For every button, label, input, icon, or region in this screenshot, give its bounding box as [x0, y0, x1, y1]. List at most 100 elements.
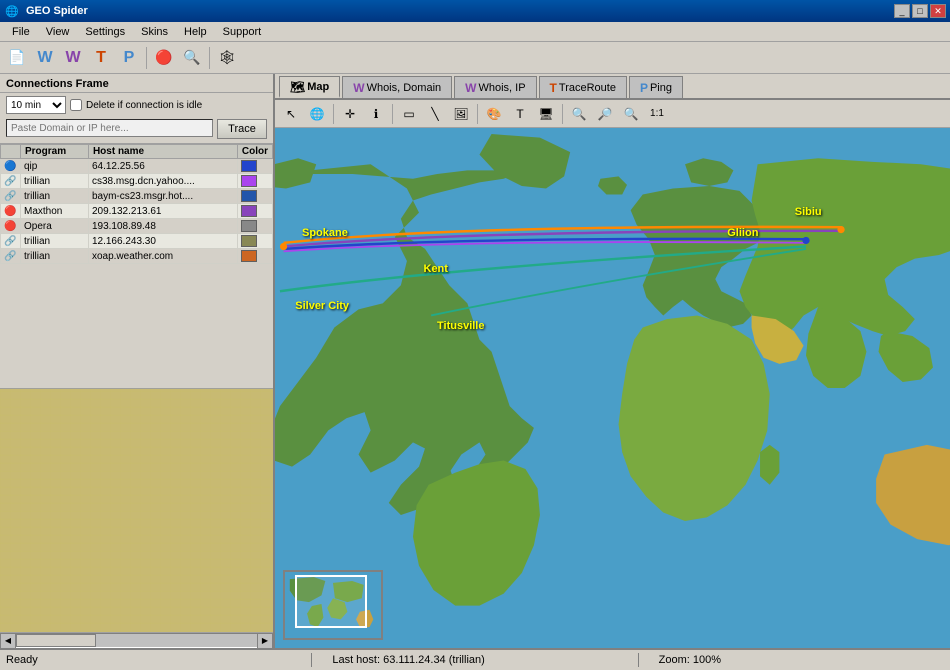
- toolbar-net-btn[interactable]: 🕸: [214, 45, 240, 71]
- scroll-thumb[interactable]: [16, 634, 96, 647]
- row-color: [237, 174, 272, 189]
- table-row[interactable]: 🔴 Maxthon 209.132.213.61: [1, 204, 273, 219]
- row-hostname: cs38.msg.dcn.yahoo....: [88, 174, 237, 189]
- col-program: [1, 145, 21, 159]
- main-layout: Connections Frame 10 min 5 min 30 min De…: [0, 74, 950, 648]
- map-sep3: [477, 104, 478, 124]
- map-btn-color[interactable]: 🎨: [482, 102, 506, 126]
- map-btn-text[interactable]: T: [508, 102, 532, 126]
- row-color: [237, 159, 272, 174]
- tab-ping-label: Ping: [650, 82, 672, 94]
- scroll-right-btn[interactable]: ▶: [257, 633, 273, 649]
- delete-idle-checkbox[interactable]: [70, 99, 82, 111]
- tab-ping[interactable]: P Ping: [629, 76, 683, 98]
- trace-row: Trace: [0, 117, 273, 144]
- h-scrollbar[interactable]: ◀ ▶: [0, 632, 273, 648]
- menu-skins[interactable]: Skins: [133, 25, 176, 39]
- connection-controls: 10 min 5 min 30 min Delete if connection…: [0, 93, 273, 117]
- row-color: [237, 189, 272, 204]
- menu-view[interactable]: View: [38, 25, 78, 39]
- delete-idle-label: Delete if connection is idle: [86, 100, 202, 111]
- right-panel: 🗺 Map W Whois, Domain W Whois, IP T Trac…: [275, 74, 950, 648]
- map-area[interactable]: Spokane Kent Silver City Titusville Glii…: [275, 128, 950, 648]
- row-hostname: 12.166.243.30: [88, 234, 237, 249]
- map-btn-zoomin[interactable]: 🔍: [567, 102, 591, 126]
- table-row[interactable]: 🔗 trillian cs38.msg.dcn.yahoo....: [1, 174, 273, 189]
- tab-traceroute[interactable]: T TraceRoute: [539, 76, 627, 98]
- tab-map[interactable]: 🗺 Map: [279, 76, 340, 98]
- toolbar-w1-btn[interactable]: W: [32, 45, 58, 71]
- row-program: trillian: [21, 189, 89, 204]
- row-icon: 🔗: [1, 174, 21, 189]
- table-row[interactable]: 🔴 Opera 193.108.89.48: [1, 219, 273, 234]
- row-program: qip: [21, 159, 89, 174]
- timeout-select[interactable]: 10 min 5 min 30 min: [6, 96, 66, 114]
- map-btn-line[interactable]: ╲: [423, 102, 447, 126]
- toolbar-w2-btn[interactable]: W: [60, 45, 86, 71]
- app-icon: 🌐: [4, 3, 20, 19]
- tab-whois-domain[interactable]: W Whois, Domain: [342, 76, 452, 98]
- toolbar-stop-btn[interactable]: 🔴: [151, 45, 177, 71]
- map-btn-zoomfit[interactable]: 🔎: [593, 102, 617, 126]
- col-color: Color: [237, 145, 272, 159]
- row-program: Opera: [21, 219, 89, 234]
- row-program: trillian: [21, 174, 89, 189]
- window-controls: _ □ ✕: [894, 4, 946, 18]
- minimize-button[interactable]: _: [894, 4, 910, 18]
- col-program-label: Program: [21, 145, 89, 159]
- toolbar-new-btn[interactable]: 📄: [4, 45, 30, 71]
- row-icon: 🔗: [1, 249, 21, 264]
- scroll-track[interactable]: [16, 633, 257, 648]
- map-btn-screen[interactable]: 🖥: [534, 102, 558, 126]
- tab-map-label: Map: [307, 81, 329, 93]
- row-icon: 🔴: [1, 204, 21, 219]
- domain-ip-input[interactable]: [6, 119, 213, 137]
- table-row[interactable]: 🔗 trillian xoap.weather.com: [1, 249, 273, 264]
- menu-help[interactable]: Help: [176, 25, 215, 39]
- scroll-left-btn[interactable]: ◀: [0, 633, 16, 649]
- map-tab-icon: 🗺: [290, 80, 305, 94]
- table-row[interactable]: 🔗 trillian 12.166.243.30: [1, 234, 273, 249]
- window-title: GEO Spider: [26, 5, 888, 17]
- toolbar-sep1: [146, 47, 147, 69]
- row-hostname: 193.108.89.48: [88, 219, 237, 234]
- close-button[interactable]: ✕: [930, 4, 946, 18]
- tab-whois-ip[interactable]: W Whois, IP: [454, 76, 536, 98]
- map-sep1: [333, 104, 334, 124]
- menu-settings[interactable]: Settings: [77, 25, 133, 39]
- map-btn-arrow[interactable]: ↖: [279, 102, 303, 126]
- map-btn-img[interactable]: 🖼: [449, 102, 473, 126]
- row-color: [237, 234, 272, 249]
- toolbar-search-btn[interactable]: 🔍: [179, 45, 205, 71]
- row-icon: 🔗: [1, 234, 21, 249]
- map-btn-info[interactable]: ℹ: [364, 102, 388, 126]
- maximize-button[interactable]: □: [912, 4, 928, 18]
- row-hostname: xoap.weather.com: [88, 249, 237, 264]
- map-btn-zoomout[interactable]: 🔍: [619, 102, 643, 126]
- trace-button[interactable]: Trace: [217, 119, 267, 139]
- table-row[interactable]: 🔵 qip 64.12.25.56: [1, 159, 273, 174]
- row-program: trillian: [21, 249, 89, 264]
- menu-bar: File View Settings Skins Help Support: [0, 22, 950, 42]
- row-icon: 🔴: [1, 219, 21, 234]
- menu-support[interactable]: Support: [215, 25, 270, 39]
- table-row[interactable]: 🔗 trillian baym-cs23.msgr.hot....: [1, 189, 273, 204]
- left-texture-area: [0, 388, 273, 633]
- minimap-viewport: [295, 575, 367, 628]
- map-btn-globe[interactable]: 🌐: [305, 102, 329, 126]
- row-icon: 🔗: [1, 189, 21, 204]
- row-hostname: baym-cs23.msgr.hot....: [88, 189, 237, 204]
- toolbar-p-btn[interactable]: P: [116, 45, 142, 71]
- row-icon: 🔵: [1, 159, 21, 174]
- tabs-bar: 🗺 Map W Whois, Domain W Whois, IP T Trac…: [275, 74, 950, 100]
- toolbar-t-btn[interactable]: T: [88, 45, 114, 71]
- status-bar: Ready Last host: 63.111.24.34 (trillian)…: [0, 648, 950, 670]
- status-last-host: Last host: 63.111.24.34 (trillian): [332, 654, 617, 666]
- map-btn-zoom100[interactable]: 1:1: [645, 102, 669, 126]
- toolbar-sep2: [209, 47, 210, 69]
- col-hostname: Host name: [88, 145, 237, 159]
- map-btn-cursor[interactable]: ✛: [338, 102, 362, 126]
- menu-file[interactable]: File: [4, 25, 38, 39]
- map-btn-rect[interactable]: ▭: [397, 102, 421, 126]
- title-bar: 🌐 GEO Spider _ □ ✕: [0, 0, 950, 22]
